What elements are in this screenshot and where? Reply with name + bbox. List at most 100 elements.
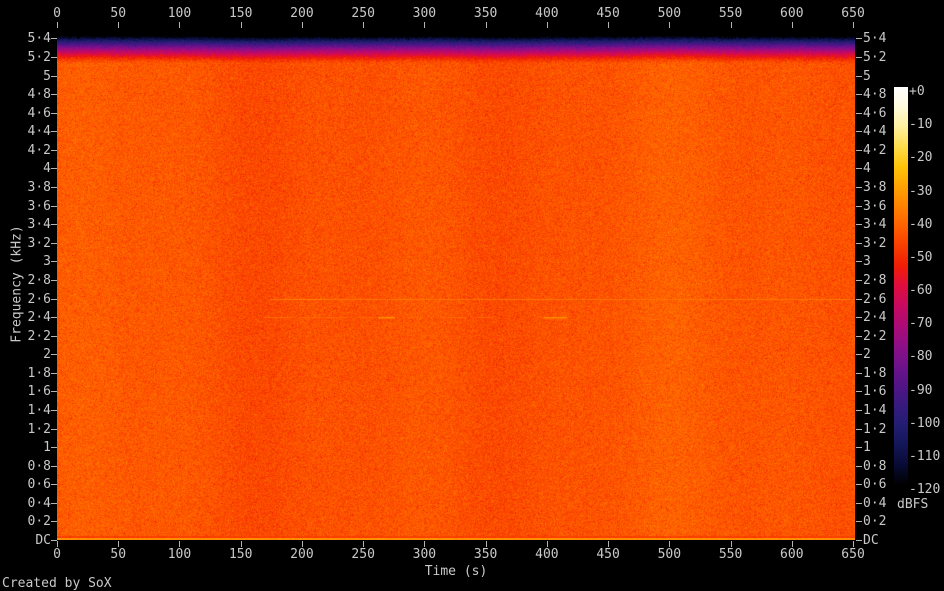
- y-axis-tick-label: 4·4: [27, 124, 51, 140]
- x-axis-tick-label: 200: [290, 6, 314, 21]
- y-axis-tick: [856, 187, 862, 189]
- x-axis-tick-label: 0: [53, 547, 61, 562]
- y-axis-tick: [856, 428, 862, 430]
- y-axis-tick: [51, 94, 57, 96]
- y-axis-tick: [856, 540, 862, 541]
- y-axis-tick: [51, 391, 57, 393]
- y-axis-tick: [51, 298, 57, 300]
- y-axis-tick-label: 2·2: [863, 328, 887, 344]
- y-axis-tick: [856, 112, 862, 114]
- y-axis-tick: [51, 279, 57, 281]
- x-axis-tick-label: 400: [535, 6, 559, 21]
- y-axis-tick-label: 3·6: [863, 198, 887, 214]
- x-axis-tick-label: 250: [351, 547, 375, 562]
- y-axis-tick-label: 4·4: [863, 124, 887, 140]
- y-axis-tick: [51, 372, 57, 374]
- y-axis-tick-label: 4·6: [27, 105, 51, 121]
- x-axis-tick-label: 350: [473, 6, 498, 21]
- y-axis-tick-label: 1: [863, 440, 871, 456]
- y-axis-tick: [856, 57, 862, 59]
- y-axis-tick: [856, 502, 862, 504]
- y-axis-tick-label: 3·2: [863, 235, 887, 251]
- y-axis-tick-label: 5·4: [27, 31, 51, 47]
- y-axis-tick-label: 0·6: [27, 477, 51, 493]
- y-axis-tick-label: 2: [43, 347, 51, 363]
- y-axis-tick: [51, 168, 57, 170]
- y-axis-tick: [856, 261, 862, 263]
- x-axis-tick: [485, 22, 487, 28]
- y-axis-tick-label: 5·2: [863, 50, 887, 66]
- y-axis-tick-label: 0·2: [863, 514, 887, 530]
- y-axis-tick: [856, 354, 862, 356]
- colorbar-gradient: [894, 87, 908, 485]
- y-axis-tick: [856, 38, 862, 40]
- y-axis-tick: [51, 540, 57, 541]
- y-axis-tick: [51, 335, 57, 337]
- y-axis-tick: [856, 484, 862, 486]
- y-axis-tick-label: 1·6: [863, 384, 887, 400]
- y-axis-tick: [51, 261, 57, 263]
- y-axis-tick-label: 3: [863, 254, 871, 270]
- y-axis-tick-label: 1·4: [27, 402, 51, 418]
- y-axis-tick: [51, 409, 57, 411]
- y-axis-tick-label: 0·4: [863, 495, 887, 511]
- colorbar-tick-label: -100: [909, 415, 941, 431]
- x-axis-tick-label: 450: [596, 547, 620, 562]
- y-axis-tick: [51, 521, 57, 523]
- y-axis-tick-label: 3·8: [27, 180, 51, 196]
- x-axis-tick-label: 300: [412, 547, 437, 562]
- colorbar-tick-label: -60: [909, 283, 933, 298]
- y-axis-tick-label: 4·8: [27, 87, 51, 103]
- x-axis-tick-label: 150: [228, 6, 253, 21]
- time-axis-title: Time (s): [424, 564, 488, 579]
- y-axis-tick-label: 3·8: [863, 180, 887, 196]
- x-axis-tick-label: 600: [780, 6, 804, 21]
- x-axis-tick-label: 150: [228, 547, 253, 562]
- y-axis-tick: [51, 354, 57, 356]
- y-axis-tick-label: 1·6: [27, 384, 51, 400]
- frequency-axis-title: Frequency (kHz): [9, 225, 25, 343]
- colorbar-tick-label: -90: [909, 382, 933, 398]
- x-axis-tick: [57, 22, 58, 28]
- x-axis-tick: [608, 22, 610, 28]
- y-axis-tick: [51, 465, 57, 467]
- y-axis-tick: [856, 298, 862, 300]
- y-axis-tick-label: 4·2: [863, 142, 887, 158]
- y-axis-tick-label: 0·8: [27, 458, 51, 474]
- y-axis-tick: [51, 502, 57, 504]
- x-axis-tick-label: 500: [657, 6, 682, 21]
- x-axis-tick: [853, 22, 855, 28]
- colorbar-tick-label: -80: [909, 349, 933, 365]
- y-axis-tick: [856, 521, 862, 523]
- x-axis-tick-label: 650: [841, 547, 865, 562]
- x-axis-tick-label: 650: [841, 6, 865, 21]
- y-axis-tick-label: 4: [863, 161, 871, 177]
- x-axis-tick-label: 500: [657, 547, 682, 562]
- x-axis-tick: [424, 22, 426, 28]
- spectrogram-plot: [57, 28, 855, 540]
- y-axis-tick-label: 5·2: [27, 50, 51, 66]
- x-axis-tick: [118, 22, 120, 28]
- y-axis-tick: [51, 484, 57, 486]
- y-axis-tick: [856, 335, 862, 337]
- x-axis-tick: [179, 22, 181, 28]
- colorbar-tick-label: -20: [909, 150, 933, 166]
- y-axis-tick: [856, 75, 862, 77]
- y-axis-tick-label: 5: [863, 68, 871, 84]
- x-axis-tick-label: 100: [167, 6, 192, 21]
- y-axis-tick-label: 0·2: [27, 514, 51, 530]
- y-axis-tick: [51, 131, 57, 133]
- y-axis-tick-label: 1: [43, 440, 51, 456]
- y-axis-tick-label: 1·2: [863, 421, 887, 437]
- y-axis-tick-label: 2·6: [863, 291, 887, 307]
- x-axis-tick: [363, 22, 365, 28]
- colorbar-tick-label: -50: [909, 249, 933, 265]
- y-axis-tick-label: 0·8: [863, 458, 887, 474]
- x-axis-tick-label: 450: [596, 6, 620, 21]
- y-axis-tick: [856, 224, 862, 226]
- y-axis-tick: [51, 38, 57, 40]
- y-axis-tick: [856, 131, 862, 133]
- y-axis-tick: [51, 242, 57, 244]
- y-axis-tick-label: 1·2: [27, 421, 51, 437]
- x-axis-tick-label: 0: [53, 6, 61, 21]
